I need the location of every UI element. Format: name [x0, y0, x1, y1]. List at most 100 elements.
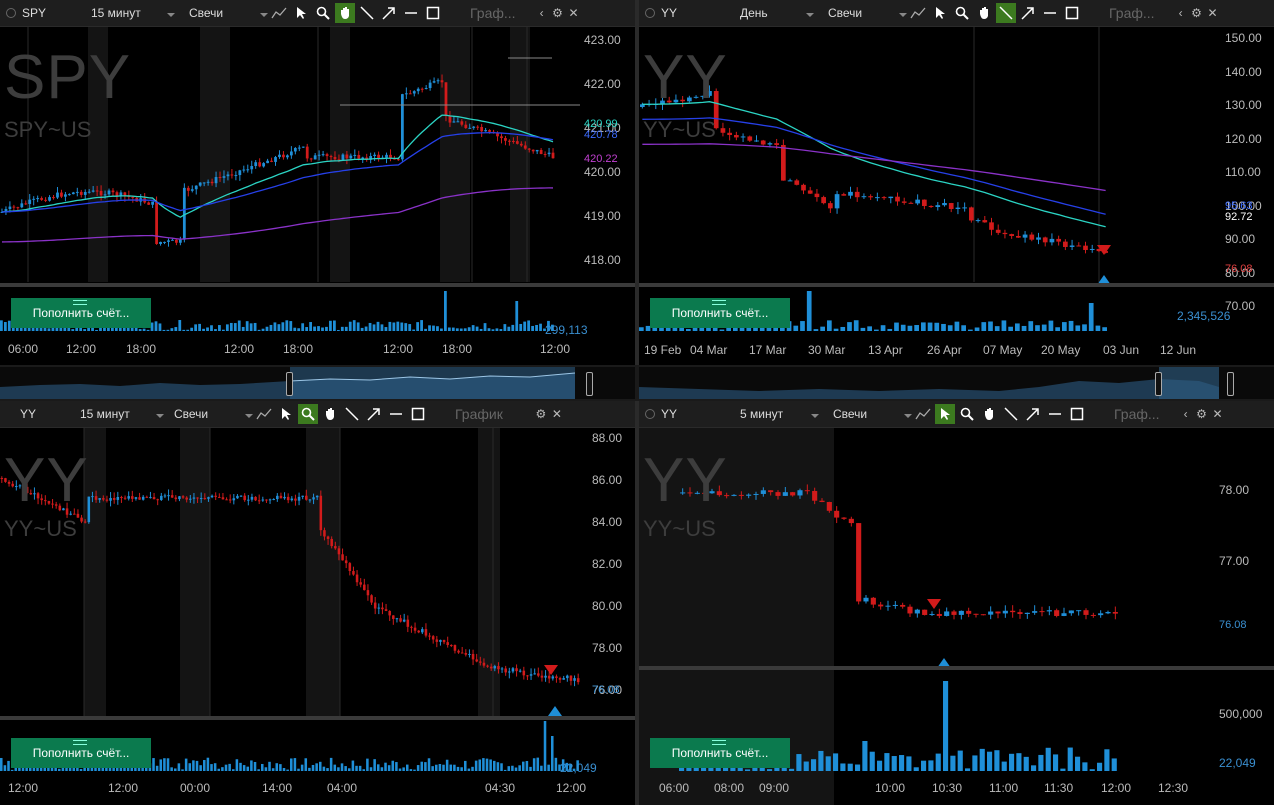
symbol-field[interactable]: YY: [20, 407, 70, 421]
volume-bar: [803, 761, 809, 771]
zoom-icon[interactable]: [952, 3, 972, 23]
fund-account-button[interactable]: Пополнить счёт...: [11, 738, 151, 768]
line-icon[interactable]: [996, 3, 1016, 23]
hline-icon[interactable]: [401, 3, 421, 23]
close-icon[interactable]: ✕: [566, 6, 582, 20]
chart-panel-yy-day[interactable]: YY День Свечи Граф... ‹ ⚙ ✕ YY YY~US Поп…: [639, 0, 1274, 365]
hline-icon[interactable]: [386, 404, 406, 424]
chart-panel-yy-5m[interactable]: YY 5 минут Свечи Граф... ‹ ⚙ ✕ YY YY~US …: [639, 401, 1274, 805]
chart-title-label: Граф...: [1109, 5, 1155, 21]
rect-icon[interactable]: [423, 3, 443, 23]
navigator-handle-left[interactable]: [286, 372, 293, 396]
symbol-field[interactable]: YY: [661, 407, 706, 421]
chart-type-select[interactable]: Свечи: [829, 407, 912, 421]
x-axis-label: 12:00: [66, 342, 97, 356]
chart-type-select[interactable]: Свечи: [170, 407, 253, 421]
rect-icon[interactable]: [1062, 3, 1082, 23]
chevron-left-icon[interactable]: ‹: [1178, 407, 1194, 421]
volume-bar: [825, 756, 831, 771]
zoom-icon[interactable]: [313, 3, 333, 23]
hand-icon[interactable]: [979, 404, 999, 424]
chart-panel-yy-15m[interactable]: YY 15 минут Свечи График ⚙ ✕ YY YY~US По…: [0, 401, 635, 805]
candle: [500, 136, 503, 139]
interval-select[interactable]: 15 минут: [76, 407, 164, 421]
candle: [929, 613, 935, 615]
chart-type-select[interactable]: Свечи: [185, 6, 268, 20]
fund-account-button[interactable]: Пополнить счёт...: [650, 298, 790, 328]
arrow-icon[interactable]: [1023, 404, 1043, 424]
chart-type-select[interactable]: Свечи: [824, 6, 907, 20]
zoom-icon[interactable]: [957, 404, 977, 424]
interval-select[interactable]: День: [736, 6, 814, 20]
arrow-icon[interactable]: [1018, 3, 1038, 23]
interval-select[interactable]: 15 минут: [87, 6, 175, 20]
fund-account-button[interactable]: Пополнить счёт...: [11, 298, 151, 328]
gear-icon[interactable]: ⚙: [533, 407, 549, 421]
navigator-handle-right[interactable]: [586, 372, 593, 396]
candle: [444, 82, 448, 117]
rect-icon[interactable]: [408, 404, 428, 424]
candle: [1076, 610, 1082, 612]
close-icon[interactable]: ✕: [1205, 6, 1221, 20]
hand-icon[interactable]: [320, 404, 340, 424]
fund-account-button[interactable]: Пополнить счёт...: [650, 738, 790, 768]
candle: [1054, 610, 1060, 616]
candle: [1069, 245, 1075, 247]
hand-icon[interactable]: [335, 3, 355, 23]
candle: [412, 91, 416, 94]
candle: [102, 498, 105, 500]
chevron-left-icon[interactable]: ‹: [534, 6, 550, 20]
volume-bar: [325, 326, 328, 331]
zoom-icon[interactable]: [298, 404, 318, 424]
symbol-field[interactable]: YY: [661, 6, 706, 20]
radio-icon[interactable]: [6, 8, 16, 18]
close-icon[interactable]: ✕: [549, 407, 565, 421]
hline-icon[interactable]: [1040, 3, 1060, 23]
line-icon[interactable]: [357, 3, 377, 23]
panel-divider-vertical[interactable]: [635, 0, 639, 805]
candle: [392, 615, 395, 619]
close-icon[interactable]: ✕: [1210, 407, 1226, 421]
chart-toolbar: YY 5 минут Свечи Граф... ‹ ⚙ ✕: [639, 401, 1274, 428]
gear-icon[interactable]: ⚙: [1189, 6, 1205, 20]
draw-tool-icon[interactable]: [269, 3, 289, 23]
arrow-icon[interactable]: [379, 3, 399, 23]
time-navigator-left[interactable]: [0, 367, 635, 399]
symbol-field[interactable]: SPY: [22, 6, 67, 20]
cursor-icon[interactable]: [276, 404, 296, 424]
volume-bar: [315, 763, 318, 771]
rect-icon[interactable]: [1067, 404, 1087, 424]
candle: [185, 497, 188, 500]
cursor-icon[interactable]: [291, 3, 311, 23]
gear-icon[interactable]: ⚙: [550, 6, 566, 20]
volume-bar: [523, 321, 527, 331]
line-icon[interactable]: [342, 404, 362, 424]
candle: [914, 609, 920, 614]
cursor-icon[interactable]: [935, 404, 955, 424]
candle: [268, 499, 272, 501]
candle: [731, 494, 737, 496]
draw-tool-icon[interactable]: [913, 404, 933, 424]
interval-select[interactable]: 5 минут: [736, 407, 819, 421]
cursor-icon[interactable]: [930, 3, 950, 23]
volume-bar: [853, 320, 859, 331]
draw-tool-icon[interactable]: [908, 3, 928, 23]
volume-bar: [83, 329, 87, 331]
arrow-icon[interactable]: [364, 404, 384, 424]
hline-icon[interactable]: [1045, 404, 1065, 424]
navigator-handle-left[interactable]: [1155, 372, 1162, 396]
chevron-left-icon[interactable]: ‹: [1173, 6, 1189, 20]
chart-panel-spy[interactable]: SPY 15 минут Свечи Граф... ‹ ⚙ ✕ SPY SPY…: [0, 0, 635, 365]
candle: [175, 239, 178, 243]
radio-icon[interactable]: [645, 8, 655, 18]
candle: [464, 124, 468, 129]
y-axis-label: 418.00: [584, 253, 621, 267]
candle: [856, 523, 862, 602]
hand-icon[interactable]: [974, 3, 994, 23]
navigator-handle-right[interactable]: [1227, 372, 1234, 396]
radio-icon[interactable]: [645, 409, 655, 419]
draw-tool-icon[interactable]: [254, 404, 274, 424]
line-icon[interactable]: [1001, 404, 1021, 424]
gear-icon[interactable]: ⚙: [1194, 407, 1210, 421]
time-navigator-right[interactable]: [639, 367, 1274, 399]
